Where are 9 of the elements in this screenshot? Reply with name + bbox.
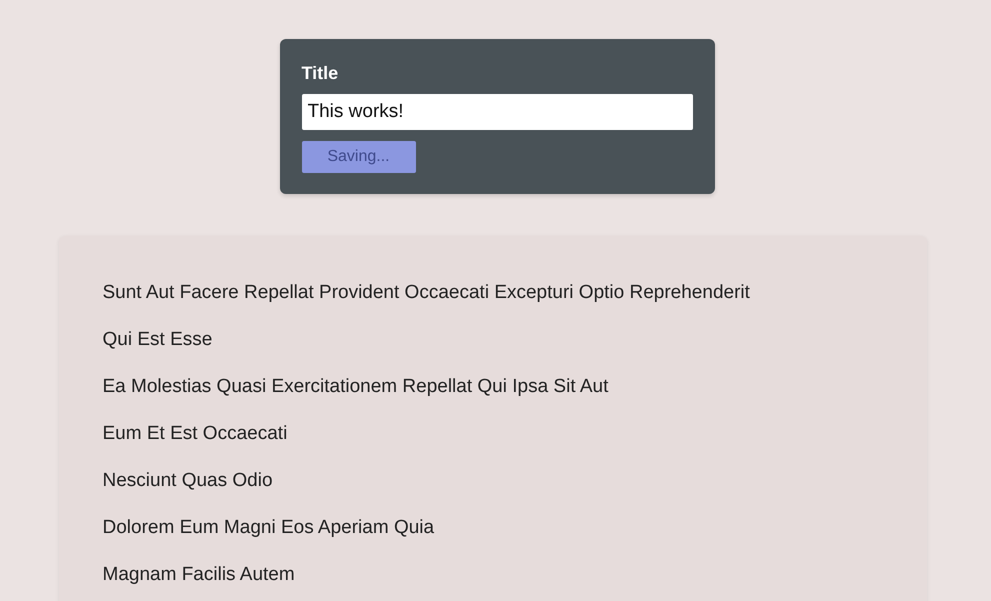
post-title: Magnam Facilis Autem <box>102 563 296 587</box>
post-title: Dolorem Eum Magni Eos Aperiam Quia <box>102 516 436 540</box>
post-title: Sunt Aut Facere Repellat Provident Occaecati Excepturi Optio Reprehenderit <box>102 281 751 305</box>
post-title: Eum Et Est Occaecati <box>102 422 288 446</box>
post-title: Nesciunt Quas Odio <box>102 469 274 493</box>
post-title: Ea Molestias Quasi Exercitationem Repellat Qui Ipsa Sit Aut <box>102 375 610 399</box>
post-title: Qui Est Esse <box>102 328 214 352</box>
title-label: Title <box>302 63 338 84</box>
title-input-field[interactable]: This works! <box>302 94 692 130</box>
